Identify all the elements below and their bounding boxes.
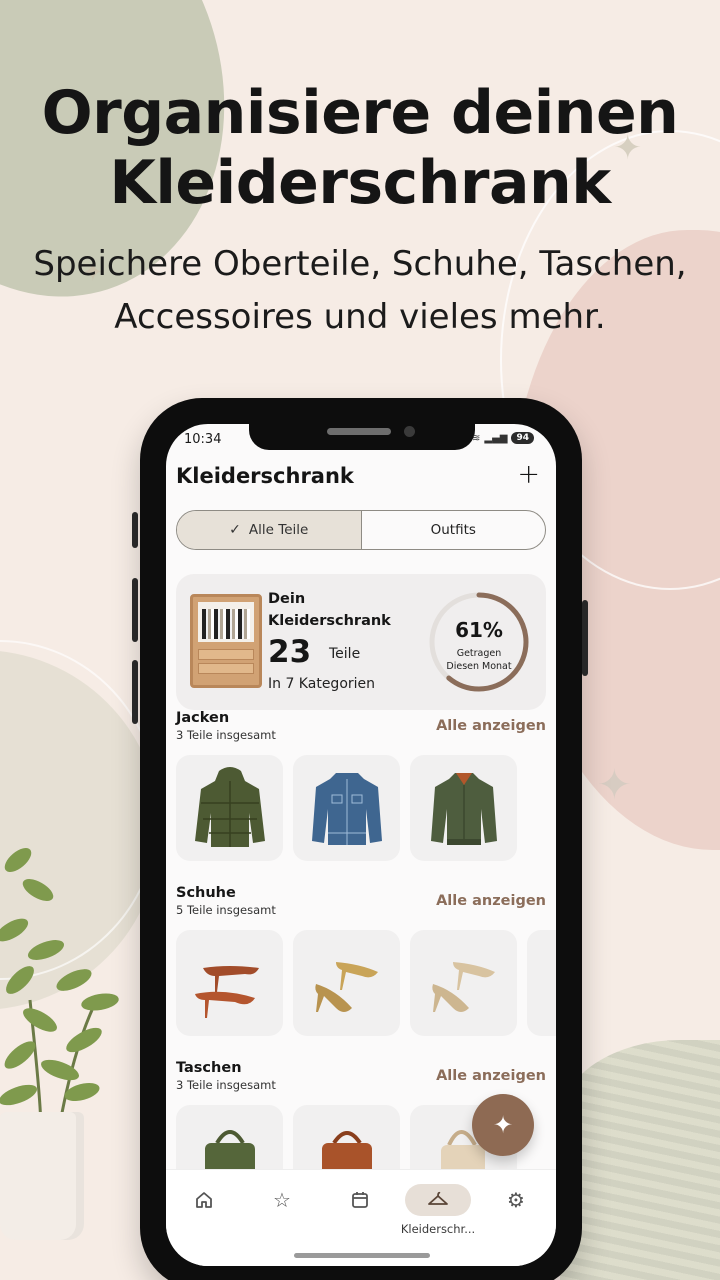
gear-icon: ⚙ (507, 1188, 525, 1212)
status-time: 10:34 (184, 432, 222, 447)
home-icon (171, 1184, 237, 1216)
battery-indicator: 94 (511, 432, 534, 444)
sparkle-icon: ✦ (596, 760, 632, 809)
category-count: In 7 Kategorien (268, 676, 376, 692)
hanger-icon (405, 1184, 471, 1216)
front-camera (404, 426, 415, 437)
phone-side-button (582, 600, 588, 676)
item-carousel (176, 930, 556, 1036)
status-icons: ≋ ▂▄▆ 94 (472, 432, 534, 444)
nav-label: Kleiderschr... (400, 1222, 476, 1236)
sparkles-icon: ✦ (492, 1111, 514, 1139)
promo-subheadline: Speichere Oberteile, Schuhe, Taschen, Ac… (33, 244, 687, 337)
item-card-gold-glitter-pumps[interactable] (293, 930, 400, 1036)
worn-progress-ring (429, 592, 529, 692)
app-screen: 10:34 ≋ ▂▄▆ 94 Kleiderschrank + ✓ Alle T… (166, 424, 556, 1266)
plant-pot (0, 1112, 84, 1240)
ai-sparkle-button[interactable]: ✦ (472, 1094, 534, 1156)
promo-headline: Organisiere deinen Kleiderschrank (0, 78, 720, 218)
plus-icon: + (517, 459, 540, 490)
add-item-button[interactable]: + (517, 459, 540, 490)
gold-pumps-image (314, 962, 378, 1012)
show-all-link[interactable]: Alle anzeigen (436, 718, 546, 734)
item-card-puffer-jacket[interactable] (176, 755, 283, 861)
worn-label: Getragen Diesen Monat (427, 647, 531, 673)
star-icon: ☆ (273, 1188, 291, 1212)
worn-label-line: Getragen (456, 648, 502, 659)
denim-jacket-image (311, 773, 382, 845)
item-count: 23 (268, 634, 312, 670)
section-shoes: Schuhe 5 Teile insgesamt Alle anzeigen (176, 885, 556, 1036)
headline-line: Organisiere deinen (41, 78, 679, 148)
show-all-link[interactable]: Alle anzeigen (436, 1068, 546, 1084)
notch-speaker (327, 428, 391, 435)
item-card-champagne-glitter-pumps[interactable] (410, 930, 517, 1036)
phone-side-button (132, 512, 138, 548)
wardrobe-summary-card[interactable]: Dein Kleiderschrank 23 Teile In 7 Katego… (176, 574, 546, 710)
champagne-pumps-image (431, 962, 495, 1012)
nav-wardrobe[interactable]: Kleiderschr... (400, 1184, 476, 1244)
signal-icon: ▂▄▆ (484, 432, 508, 444)
page-title: Kleiderschrank (176, 464, 354, 488)
brown-pumps-image (194, 966, 259, 1018)
calendar-icon (327, 1184, 393, 1216)
tab-outfits[interactable]: Outfits (362, 511, 546, 549)
bottom-navigation: ☆ Kleiderschr... ⚙ (166, 1169, 556, 1266)
checkmark-icon: ✓ (229, 522, 241, 538)
phone-notch (249, 424, 475, 450)
bomber-jacket-image (430, 773, 497, 845)
worn-label-line: Diesen Monat (446, 661, 512, 672)
show-all-link[interactable]: Alle anzeigen (436, 893, 546, 909)
nav-home[interactable] (169, 1184, 239, 1244)
nav-favorites[interactable]: ☆ (247, 1184, 317, 1244)
home-indicator (294, 1253, 430, 1258)
tab-label: Alle Teile (248, 522, 309, 538)
wardrobe-image (190, 594, 262, 688)
worn-percent: 61% (455, 618, 503, 642)
item-card-denim-jacket[interactable] (293, 755, 400, 861)
nav-settings[interactable]: ⚙ (481, 1184, 551, 1244)
item-card-brown-pumps[interactable] (176, 930, 283, 1036)
puffer-jacket-image (194, 767, 265, 847)
wifi-icon: ≋ (472, 432, 481, 444)
view-segmented-control: ✓ Alle Teile Outfits (176, 510, 546, 550)
section-bags: Taschen 3 Teile insgesamt Alle anzeigen (176, 1060, 546, 1211)
item-card-partial[interactable] (527, 930, 556, 1036)
headline-line: Kleiderschrank (109, 148, 611, 218)
item-carousel (176, 755, 556, 861)
tab-label: Outfits (430, 522, 476, 538)
summary-label: Dein Kleiderschrank (268, 591, 391, 629)
section-jackets: Jacken 3 Teile insgesamt Alle anzeigen (176, 710, 546, 861)
tab-all-items[interactable]: ✓ Alle Teile (177, 511, 362, 549)
item-count-unit: Teile (329, 646, 361, 662)
knit-blanket (560, 1040, 720, 1280)
nav-calendar[interactable] (325, 1184, 395, 1244)
phone-side-button (132, 578, 138, 642)
plant-decoration (0, 820, 145, 1280)
phone-side-button (132, 660, 138, 724)
item-card-bomber-jacket[interactable] (410, 755, 517, 861)
